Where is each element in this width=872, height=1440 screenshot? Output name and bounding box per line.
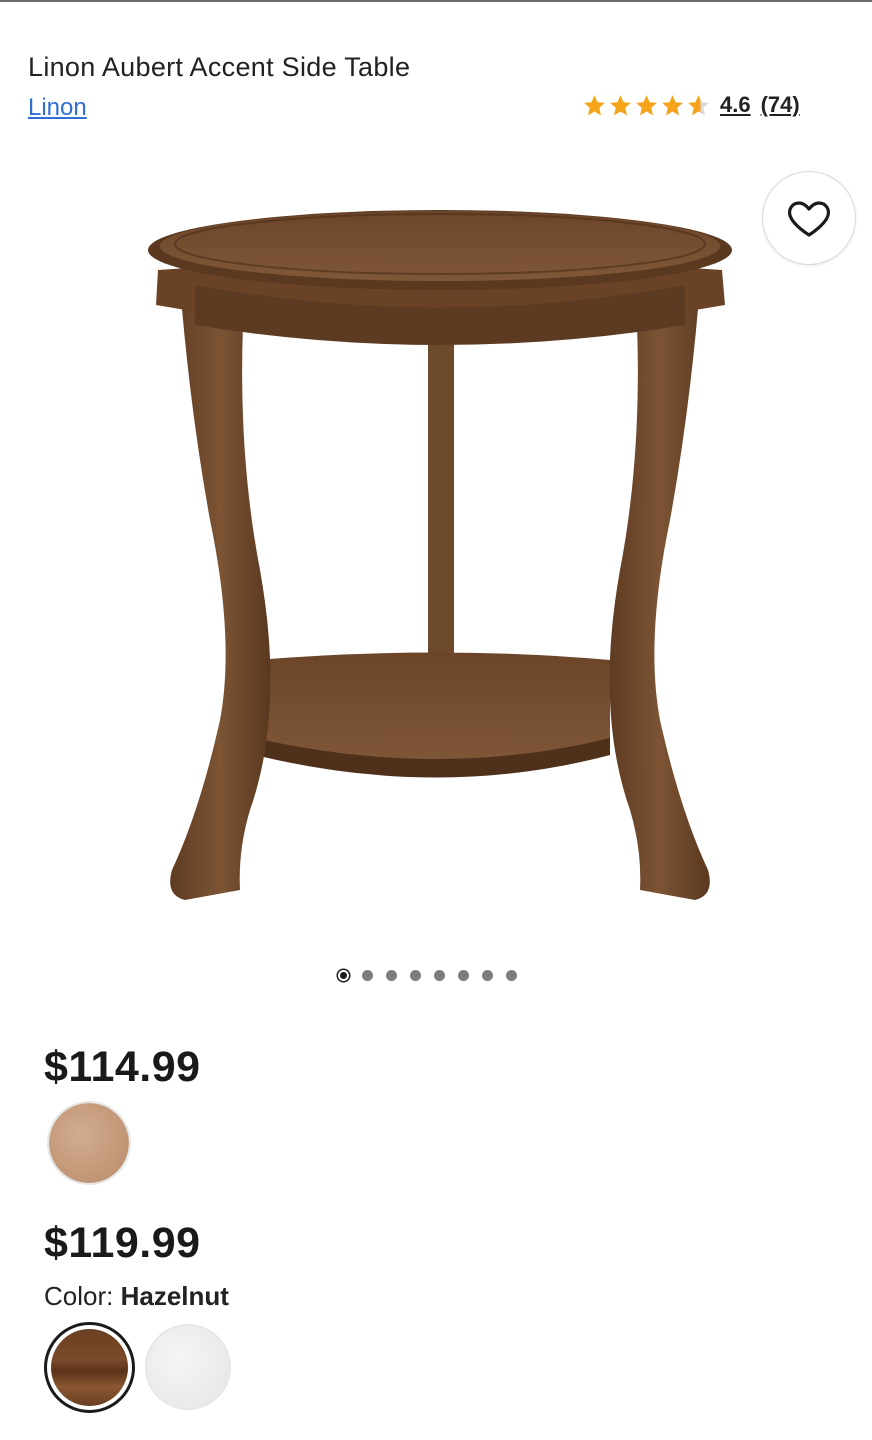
wood-swatch-hazelnut-icon xyxy=(51,1329,128,1406)
heart-icon xyxy=(788,201,830,237)
white-swatch-icon xyxy=(147,1326,229,1408)
color-swatch-light-wood[interactable] xyxy=(47,1101,131,1185)
carousel-dot[interactable] xyxy=(338,970,349,981)
carousel-dot[interactable] xyxy=(506,970,517,981)
carousel-dot[interactable] xyxy=(434,970,445,981)
color-swatch-white[interactable] xyxy=(145,1324,231,1410)
wood-swatch-light-icon xyxy=(49,1103,129,1183)
star-icon xyxy=(610,94,631,115)
product-image[interactable] xyxy=(140,190,740,950)
selected-color: Color: Hazelnut xyxy=(44,1281,229,1312)
top-divider xyxy=(0,0,872,2)
review-count-link[interactable]: (74) xyxy=(761,92,800,118)
star-half-icon xyxy=(688,94,709,115)
carousel-dot[interactable] xyxy=(410,970,421,981)
rating-value[interactable]: 4.6 xyxy=(720,92,751,118)
price-option-2: $119.99 xyxy=(44,1219,201,1267)
rating-summary[interactable]: 4.6 (74) xyxy=(582,92,800,118)
color-swatch-hazelnut[interactable] xyxy=(44,1322,135,1413)
product-title: Linon Aubert Accent Side Table xyxy=(28,52,411,82)
star-icon xyxy=(662,94,683,115)
carousel-dot[interactable] xyxy=(386,970,397,981)
favorite-button[interactable] xyxy=(762,171,856,265)
color-label: Color: xyxy=(44,1281,114,1311)
carousel-dot[interactable] xyxy=(482,970,493,981)
carousel-dot[interactable] xyxy=(458,970,469,981)
price-option-1: $114.99 xyxy=(44,1043,201,1091)
star-rating xyxy=(582,93,712,118)
color-value: Hazelnut xyxy=(120,1281,229,1311)
brand-link[interactable]: Linon xyxy=(28,94,87,122)
star-icon xyxy=(636,94,657,115)
carousel-dot[interactable] xyxy=(362,970,373,981)
image-carousel-dots xyxy=(338,970,530,981)
star-icon xyxy=(584,94,605,115)
